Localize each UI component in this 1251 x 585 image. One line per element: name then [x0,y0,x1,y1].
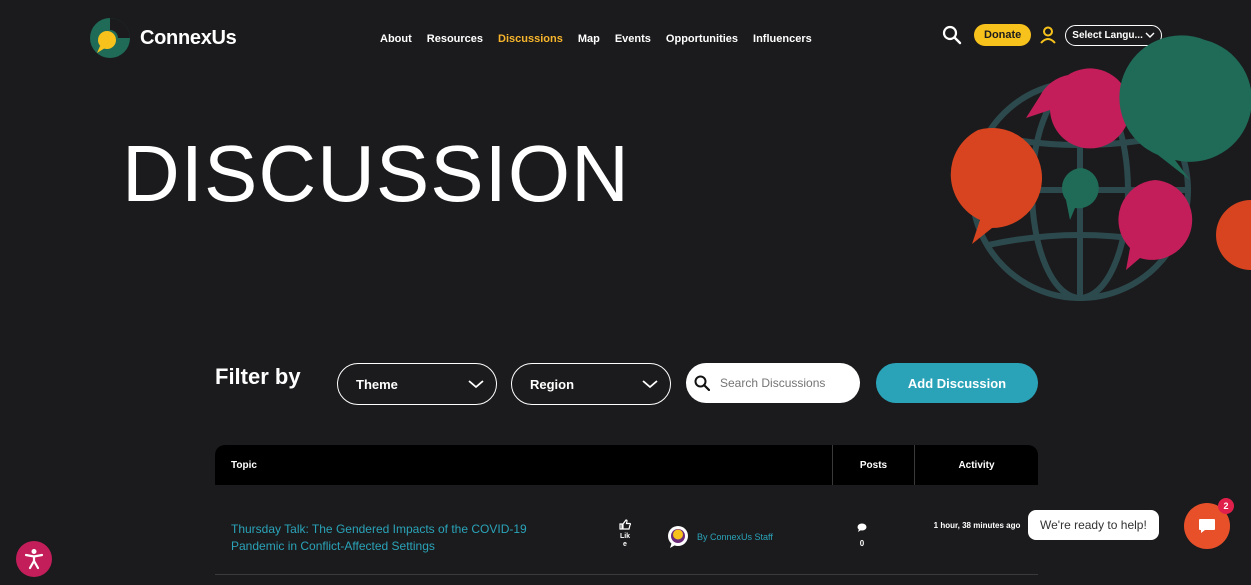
header-activity: Activity [914,445,1038,485]
logo-text: ConnexUs [140,26,237,49]
globe-speech-bubbles-illustration [950,35,1251,301]
chat-icon [1199,519,1215,533]
logo[interactable]: ConnexUs [88,16,237,60]
nav-about[interactable]: About [380,33,412,45]
nav-map[interactable]: Map [578,33,600,45]
logo-mark-icon [90,18,130,58]
chevron-down-icon [468,380,484,389]
region-select[interactable]: Region [511,363,671,405]
posts-count-value: 0 [859,539,865,548]
header-topic: Topic [231,459,257,471]
nav-resources[interactable]: Resources [427,33,483,45]
author[interactable]: By ConnexUs Staff [667,525,773,549]
thumbs-up-icon [619,519,632,530]
discussions-table: Topic Posts Activity Thursday Talk: The … [215,445,1038,585]
like-label: Lik e [619,533,631,548]
search-box [686,363,860,403]
chevron-down-icon [642,380,658,389]
filter-label: Filter by [215,364,301,389]
nav-discussions[interactable]: Discussions [498,33,563,45]
author-name: By ConnexUs Staff [697,532,773,542]
table-header: Topic Posts Activity [215,445,1038,485]
like-button[interactable]: Lik e [618,519,632,549]
nav-events[interactable]: Events [615,33,651,45]
accessibility-button[interactable] [16,541,52,577]
main-nav: About Resources Discussions Map Events O… [380,33,812,45]
avatar [668,526,688,548]
theme-select-label: Theme [356,376,398,392]
nav-opportunities[interactable]: Opportunities [666,33,738,45]
nav-influencers[interactable]: Influencers [753,33,812,45]
add-discussion-button[interactable]: Add Discussion [876,363,1038,403]
posts-count: 0 [855,523,869,548]
chat-notification-badge: 2 [1218,498,1234,514]
search-icon [694,375,710,391]
topic-link[interactable]: Thursday Talk: The Gendered Impacts of t… [231,521,561,555]
help-message[interactable]: We're ready to help! [1028,510,1159,540]
header-posts: Posts [832,445,914,485]
region-select-label: Region [530,376,575,392]
search-input[interactable] [720,376,840,390]
comment-icon [857,523,867,532]
page-title: DISCUSSION [122,129,630,218]
theme-select[interactable]: Theme [337,363,497,405]
activity-time: 1 hour, 38 minutes ago [933,521,1021,530]
table-row: Thursday Talk: The Gendered Impacts of t… [215,485,1038,575]
accessibility-icon [24,549,44,570]
